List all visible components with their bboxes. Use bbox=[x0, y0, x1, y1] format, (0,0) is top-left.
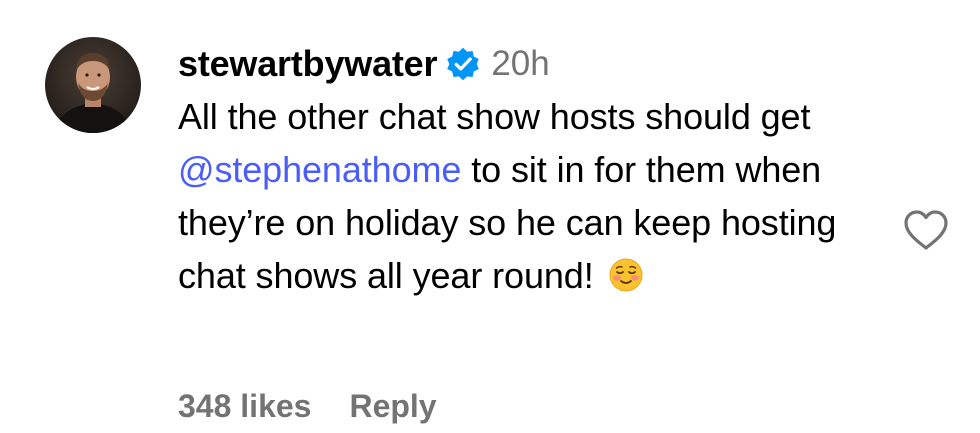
avatar[interactable] bbox=[45, 37, 141, 133]
comment-actions: 348 likes Reply bbox=[178, 388, 437, 425]
comment-header: stewartbywater 20h bbox=[178, 38, 878, 90]
heart-outline-icon[interactable] bbox=[902, 208, 950, 252]
comment-text-part: All the other chat show hosts should get bbox=[178, 96, 811, 137]
verified-badge-icon bbox=[445, 46, 481, 82]
likes-count-button[interactable]: 348 likes bbox=[178, 388, 311, 425]
reply-button[interactable]: Reply bbox=[349, 388, 436, 425]
timestamp: 20h bbox=[491, 44, 550, 83]
comment-text: All the other chat show hosts should get… bbox=[178, 90, 878, 302]
comment: stewartbywater 20h All the other chat sh… bbox=[178, 38, 878, 302]
smiling-face-emoji bbox=[608, 257, 644, 293]
mention-link[interactable]: @stephenathome bbox=[178, 149, 461, 190]
username-link[interactable]: stewartbywater bbox=[178, 43, 438, 85]
